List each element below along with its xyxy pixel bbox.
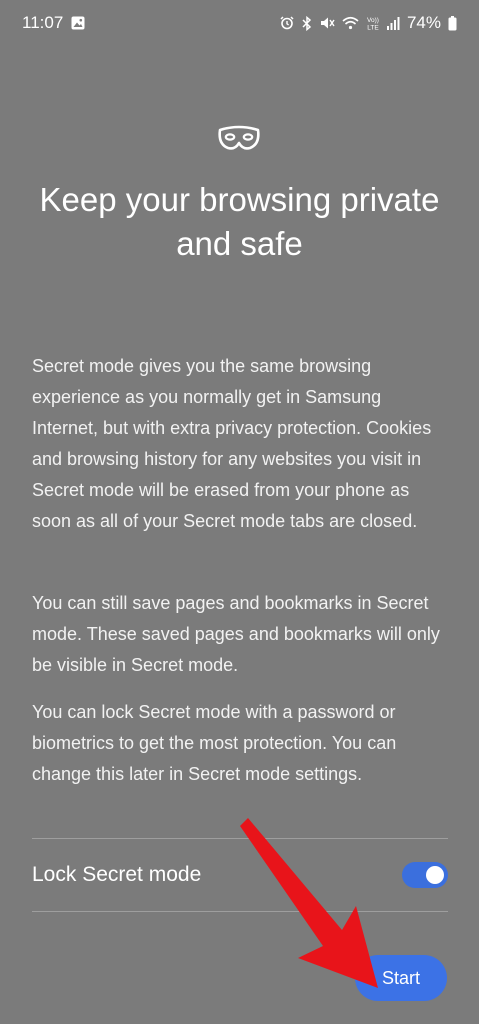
description-paragraph-1: Secret mode gives you the same browsing … (32, 356, 432, 531)
svg-text:LTE: LTE (367, 25, 379, 32)
lock-secret-mode-row[interactable]: Lock Secret mode (32, 840, 448, 910)
wifi-icon (342, 16, 359, 30)
mute-icon (320, 16, 335, 30)
alarm-icon (280, 16, 294, 30)
volte-icon: Vo)) LTE (366, 15, 380, 31)
status-left: 11:07 (22, 13, 85, 33)
bluetooth-icon (301, 15, 313, 31)
start-button[interactable]: Start (355, 955, 447, 1001)
svg-text:Vo)): Vo)) (367, 17, 379, 24)
battery-percent: 74% (406, 13, 441, 32)
toggle-knob (426, 866, 444, 884)
status-right: Vo)) LTE 74% (280, 13, 457, 33)
page-title: Keep your browsing private and safe (39, 181, 440, 262)
gallery-icon (71, 16, 85, 30)
lock-secret-mode-toggle[interactable] (402, 862, 448, 888)
mask-icon (216, 124, 262, 154)
description-paragraph-2: You can still save pages and bookmarks i… (32, 593, 440, 675)
status-bar: 11:07 Vo)) LTE 74% (0, 0, 479, 46)
signal-icon (386, 16, 400, 30)
divider (32, 911, 448, 912)
status-time: 11:07 (22, 13, 64, 32)
battery-icon (448, 15, 457, 31)
divider (32, 838, 448, 839)
description-paragraph-3: You can lock Secret mode with a password… (32, 702, 397, 784)
lock-secret-mode-label: Lock Secret mode (32, 863, 202, 886)
